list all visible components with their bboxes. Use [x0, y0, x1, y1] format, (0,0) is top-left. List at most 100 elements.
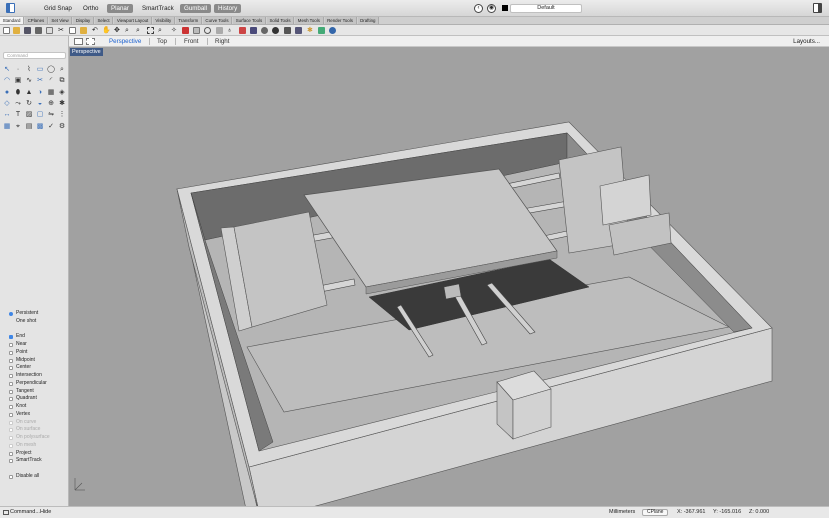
four-viewport-icon[interactable] — [86, 38, 95, 45]
osnap-item[interactable]: Persistent — [8, 310, 68, 318]
pan-hand-icon[interactable]: ✋ — [102, 27, 111, 34]
tab-render-tools[interactable]: Render Tools — [324, 17, 357, 24]
tab-standard[interactable]: Standard — [0, 17, 25, 24]
checkbox[interactable] — [9, 443, 13, 448]
tools-icon[interactable]: ⚙ — [58, 123, 66, 131]
osnap-item[interactable]: Near — [8, 341, 68, 349]
trim-icon[interactable]: ✂ — [36, 77, 44, 85]
osnap-item[interactable]: Center — [8, 364, 68, 372]
tab-front[interactable]: Front — [184, 38, 198, 45]
checkbox[interactable] — [9, 405, 13, 409]
zoom-selected-icon[interactable]: ⌕ — [158, 27, 165, 34]
smarttrack-toggle[interactable]: SmartTrack — [138, 4, 178, 13]
osnap-item[interactable]: Tangent — [8, 388, 68, 396]
layer-select[interactable]: Default — [510, 4, 582, 13]
render-icon[interactable] — [250, 27, 257, 34]
viewport-label[interactable]: Perspective — [70, 48, 103, 56]
material-icon[interactable] — [284, 27, 291, 34]
layer-color-swatch[interactable] — [502, 5, 508, 11]
tab-transform[interactable]: Transform — [175, 17, 202, 24]
zoom-tool-icon[interactable]: ⌕ — [58, 66, 66, 74]
checkbox[interactable] — [9, 428, 13, 433]
sphere-icon[interactable]: ● — [3, 89, 11, 97]
snap-icon[interactable]: ✱ — [307, 27, 314, 34]
cylinder-icon[interactable]: ⬮ — [14, 89, 22, 97]
copy-icon[interactable] — [69, 27, 76, 34]
shaded-sphere-icon[interactable] — [261, 27, 268, 34]
dimension-icon[interactable]: ↔ — [3, 111, 11, 119]
checkbox[interactable] — [9, 335, 13, 340]
cplane-button[interactable]: CPlane — [642, 509, 669, 516]
osnap-item[interactable]: Project — [8, 450, 68, 458]
move-arrows-icon[interactable]: ✥ — [114, 27, 121, 34]
rendered-sphere-icon[interactable] — [272, 27, 279, 34]
array-icon[interactable]: ⋮ — [58, 111, 66, 119]
history-toggle[interactable]: History — [214, 4, 242, 13]
toolbar-options-icon[interactable] — [295, 27, 302, 34]
gumball-toggle[interactable]: Gumball — [180, 4, 212, 13]
fillet-icon[interactable]: ◜ — [47, 77, 55, 85]
single-viewport-icon[interactable] — [74, 38, 83, 45]
hatch-icon[interactable]: ▨ — [25, 111, 33, 119]
osnap-item[interactable]: Quadrant — [8, 395, 68, 403]
open-folder-icon[interactable] — [13, 27, 20, 34]
tab-cplanes[interactable]: CPlanes — [25, 17, 48, 24]
undo-icon[interactable]: ↶ — [92, 27, 99, 34]
mirror-icon[interactable]: ⇋ — [47, 111, 55, 119]
block-icon[interactable]: ▩ — [36, 123, 44, 131]
sweep-icon[interactable]: ⤳ — [14, 100, 22, 108]
ortho-toggle[interactable]: Ortho — [79, 4, 102, 13]
arc-icon[interactable]: ◠ — [3, 77, 11, 85]
polyline-icon[interactable]: ⌇ — [25, 66, 33, 74]
tab-visibility[interactable]: Visibility — [152, 17, 175, 24]
cap-icon[interactable]: ◒ — [36, 100, 44, 108]
checkbox[interactable] — [9, 374, 13, 378]
checkbox[interactable] — [9, 389, 13, 394]
back-arrow-icon[interactable]: ‹ — [474, 4, 483, 13]
checkbox[interactable] — [9, 366, 13, 371]
checkbox[interactable] — [9, 459, 13, 464]
print-icon[interactable] — [35, 27, 42, 34]
osnap-item[interactable]: Point — [8, 349, 68, 357]
rotate-view-icon[interactable]: ✧ — [171, 27, 178, 34]
group-icon[interactable]: ▢ — [36, 111, 44, 119]
boolean-icon[interactable]: ◑ — [36, 89, 44, 97]
tab-perspective[interactable]: Perspective — [109, 38, 141, 45]
tab-display[interactable]: Display — [73, 17, 94, 24]
osnap-item[interactable]: Perpendicular — [8, 380, 68, 388]
grid-icon[interactable]: ▦ — [3, 123, 11, 131]
lightbulb-icon[interactable]: ♁ — [227, 27, 234, 34]
save-icon[interactable] — [24, 27, 31, 34]
surface-icon[interactable]: ◈ — [58, 89, 66, 97]
gumball-icon[interactable] — [318, 27, 325, 34]
layer-icon[interactable] — [193, 27, 200, 34]
tab-viewport-layout[interactable]: Viewport Layout — [114, 17, 152, 24]
osnap-item[interactable]: One shot — [8, 318, 68, 326]
select-arrow-icon[interactable]: ↖ — [3, 66, 11, 74]
cut-icon[interactable]: ✂ — [58, 27, 65, 34]
command-hide-toggle[interactable]: Command...Hide — [10, 509, 51, 516]
grid-snap-toggle[interactable]: Grid Snap — [40, 4, 76, 13]
checkbox[interactable] — [9, 358, 13, 363]
cplane-icon[interactable] — [216, 27, 223, 34]
tab-curve-tools[interactable]: Curve Tools — [202, 17, 233, 24]
paste-icon[interactable] — [80, 27, 87, 34]
loft-icon[interactable]: ◇ — [3, 100, 11, 108]
sidebar-toggle-icon[interactable] — [6, 3, 15, 13]
osnap-item[interactable]: Intersection — [8, 372, 68, 380]
zoom-icon[interactable]: ⌕ — [125, 27, 132, 34]
osnap-item[interactable]: End — [8, 333, 68, 341]
properties-icon[interactable] — [239, 27, 246, 34]
checkbox[interactable] — [9, 350, 13, 355]
box-icon[interactable]: ▣ — [14, 77, 22, 85]
extrude-icon[interactable]: ▲ — [25, 89, 33, 97]
checkbox[interactable] — [9, 343, 13, 347]
check-icon[interactable]: ✓ — [47, 123, 55, 131]
join-icon[interactable]: ⊕ — [47, 100, 55, 108]
circle-icon[interactable]: ◯ — [47, 66, 55, 74]
osnap-item[interactable]: On surface — [8, 426, 68, 434]
point-icon[interactable]: · — [14, 66, 22, 74]
radio-button[interactable] — [9, 312, 13, 316]
tab-solid-tools[interactable]: Solid Tools — [266, 17, 295, 24]
tab-drafting[interactable]: Drafting — [357, 17, 380, 24]
